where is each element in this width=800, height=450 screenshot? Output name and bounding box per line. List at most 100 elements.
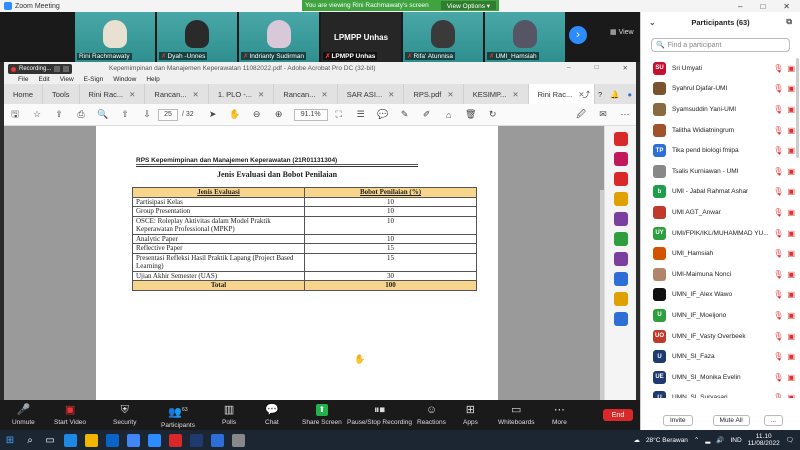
- more-options-button[interactable]: ...: [763, 414, 784, 426]
- windows-start-icon[interactable]: ⊞: [0, 430, 20, 450]
- end-meeting-button[interactable]: End: [603, 409, 633, 421]
- export-pdf-icon[interactable]: [613, 152, 628, 166]
- bookmark-star-icon[interactable]: ☆: [26, 109, 48, 120]
- stop-icon[interactable]: [63, 66, 70, 72]
- participant-row[interactable]: Syahrul Djafar-UMI 🎙 ▣: [641, 79, 800, 100]
- security-button[interactable]: ⛨ Security: [113, 404, 136, 426]
- edge-icon[interactable]: [64, 433, 77, 447]
- notifications-icon[interactable]: 🗨: [786, 436, 794, 444]
- participant-row[interactable]: UMI-Maimuna Nonci 🎙 ▣: [641, 264, 800, 285]
- comment-tool-icon[interactable]: [613, 192, 628, 206]
- search-icon[interactable]: ⌕: [20, 430, 40, 450]
- video-tile[interactable]: ✗Indrianty Sudirman: [239, 12, 319, 62]
- minimize-icon[interactable]: –: [567, 64, 571, 72]
- next-page-arrow-icon[interactable]: ›: [569, 26, 587, 44]
- network-icon[interactable]: ▂: [705, 436, 710, 444]
- hand-tool-icon[interactable]: ✋: [224, 109, 246, 120]
- zoom-in-icon[interactable]: ⊕: [268, 109, 290, 120]
- participants-button[interactable]: 👥63 Participants: [161, 404, 195, 429]
- participant-row[interactable]: UMI AGT_Anwar 🎙 ▣: [641, 202, 800, 223]
- tab-document[interactable]: Rini Rac... ✕: [80, 84, 146, 104]
- participant-row[interactable]: SU Sri Umyati 🎙 ▣: [641, 58, 800, 79]
- apps-button[interactable]: ⊞ Apps: [463, 404, 478, 426]
- print-icon[interactable]: ⎙: [70, 109, 92, 120]
- tab-document[interactable]: Rancan... ✕: [274, 84, 338, 104]
- select-cursor-icon[interactable]: ➤: [202, 109, 224, 120]
- tray-chevron-icon[interactable]: ⌃: [694, 436, 699, 444]
- create-pdf-icon[interactable]: [613, 132, 628, 146]
- next-page-icon[interactable]: ⇩: [136, 109, 158, 120]
- save-icon[interactable]: 🖫: [4, 107, 26, 123]
- participant-row[interactable]: U UMN_SI_Faza 🎙 ▣: [641, 346, 800, 367]
- notification-icon[interactable]: 🔔: [610, 90, 619, 99]
- mute-all-button[interactable]: Mute All: [712, 414, 750, 426]
- draw-icon[interactable]: ✐: [416, 109, 438, 120]
- menu-file[interactable]: File: [18, 76, 28, 83]
- clock[interactable]: 11.10 11/08/2022: [748, 433, 780, 447]
- fill-sign-icon[interactable]: [613, 252, 628, 266]
- video-tile[interactable]: Rini Rachmawaty: [75, 12, 155, 62]
- participant-row[interactable]: UE UMN_SI_Monika Evelin 🎙 ▣: [641, 367, 800, 388]
- tab-document[interactable]: 1. PLO -... ✕: [209, 84, 275, 104]
- store-icon[interactable]: [106, 433, 119, 447]
- video-tile[interactable]: ✗UMI_Hamsiah: [485, 12, 565, 62]
- participant-row[interactable]: UMN_IF_Alex Wawo 🎙 ▣: [641, 285, 800, 306]
- edit-pdf-icon[interactable]: 🖉: [570, 107, 592, 123]
- document-viewport[interactable]: RPS Kepemimpinan dan Manajemen Keperawat…: [4, 126, 604, 400]
- tab-home[interactable]: Home: [4, 84, 44, 104]
- weather-icon[interactable]: ☁: [633, 436, 640, 444]
- view-options-button[interactable]: View Options ▾: [440, 1, 497, 10]
- start-video-button[interactable]: ▣ Start Video: [54, 404, 86, 426]
- menu-help[interactable]: Help: [146, 76, 159, 83]
- whiteboards-button[interactable]: ▭ Whiteboards: [498, 404, 535, 426]
- zoom-level-select[interactable]: 91.1%: [293, 108, 328, 121]
- word-icon[interactable]: [211, 433, 224, 447]
- participant-row[interactable]: b UMI - Jabal Rahmat Ashar 🎙 ▣: [641, 182, 800, 203]
- unmute-button[interactable]: 🎤 Unmute: [12, 404, 35, 426]
- zoom-search-icon[interactable]: 🔍: [92, 109, 114, 120]
- protect-icon[interactable]: [613, 272, 628, 286]
- more-tools-rail-icon[interactable]: [613, 312, 628, 326]
- volume-icon[interactable]: 🔊: [716, 436, 724, 444]
- page-number-input[interactable]: 25: [158, 108, 178, 121]
- email-icon[interactable]: ✉: [592, 109, 614, 120]
- weather-text[interactable]: 28°C Berawan: [646, 437, 688, 444]
- participant-row[interactable]: UMI_Hamsiah 🎙 ▣: [641, 243, 800, 264]
- maximize-icon[interactable]: □: [760, 2, 765, 11]
- delete-icon[interactable]: 🗑: [460, 109, 482, 120]
- comment-icon[interactable]: 💬: [372, 109, 394, 120]
- organize-pages-icon[interactable]: [613, 232, 628, 246]
- participant-search-input[interactable]: 🔍 Find a participant: [651, 38, 790, 52]
- video-tile[interactable]: LPMPP Unhas ✗LPMPP Unhas: [321, 12, 401, 62]
- zoom-out-icon[interactable]: ⊖: [246, 109, 268, 120]
- close-icon[interactable]: ✕: [623, 64, 628, 72]
- participant-row[interactable]: U UMN_SI_Suryasari 🎙 ▣: [641, 388, 800, 398]
- language-indicator[interactable]: IND: [730, 437, 741, 444]
- highlight-pen-icon[interactable]: ✎: [394, 109, 416, 120]
- pause-icon[interactable]: [54, 66, 61, 72]
- acrobat-taskbar-icon[interactable]: [169, 433, 182, 447]
- scroll-mode-icon[interactable]: ☰: [350, 109, 372, 120]
- more-tools-icon[interactable]: ⋯: [614, 109, 636, 120]
- menu-edit[interactable]: Edit: [38, 76, 49, 83]
- app-icon[interactable]: [232, 433, 245, 447]
- video-tile[interactable]: ✗Dyah -Unnes: [157, 12, 237, 62]
- fit-page-icon[interactable]: ⛶: [328, 109, 350, 120]
- popout-icon[interactable]: ⧉: [786, 17, 792, 27]
- participant-row[interactable]: Syamsuddin Yani-UMI 🎙 ▣: [641, 99, 800, 120]
- menu-view[interactable]: View: [60, 76, 74, 83]
- maximize-icon[interactable]: □: [595, 64, 599, 72]
- menu-window[interactable]: Window: [113, 76, 136, 83]
- participant-row[interactable]: UY UMI/FPIK/IKL/MUHAMMAD YU... 🎙 ▣: [641, 223, 800, 244]
- more-button[interactable]: ⋯ More: [552, 404, 567, 426]
- participant-row[interactable]: U UMN_IF_Moeljono 🎙 ▣: [641, 305, 800, 326]
- participant-row[interactable]: Tsalis Kurniawan - UMI 🎙 ▣: [641, 161, 800, 182]
- close-icon[interactable]: ✕: [783, 2, 790, 11]
- upload-icon[interactable]: ⇪: [48, 109, 70, 120]
- combine-files-icon[interactable]: [613, 212, 628, 226]
- participant-list-scrollbar[interactable]: [796, 58, 799, 158]
- file-explorer-icon[interactable]: [85, 433, 98, 447]
- tab-tools[interactable]: Tools: [43, 84, 80, 104]
- collapse-chevron-icon[interactable]: ⌄: [649, 18, 656, 27]
- rotate-icon[interactable]: ↻: [482, 109, 504, 120]
